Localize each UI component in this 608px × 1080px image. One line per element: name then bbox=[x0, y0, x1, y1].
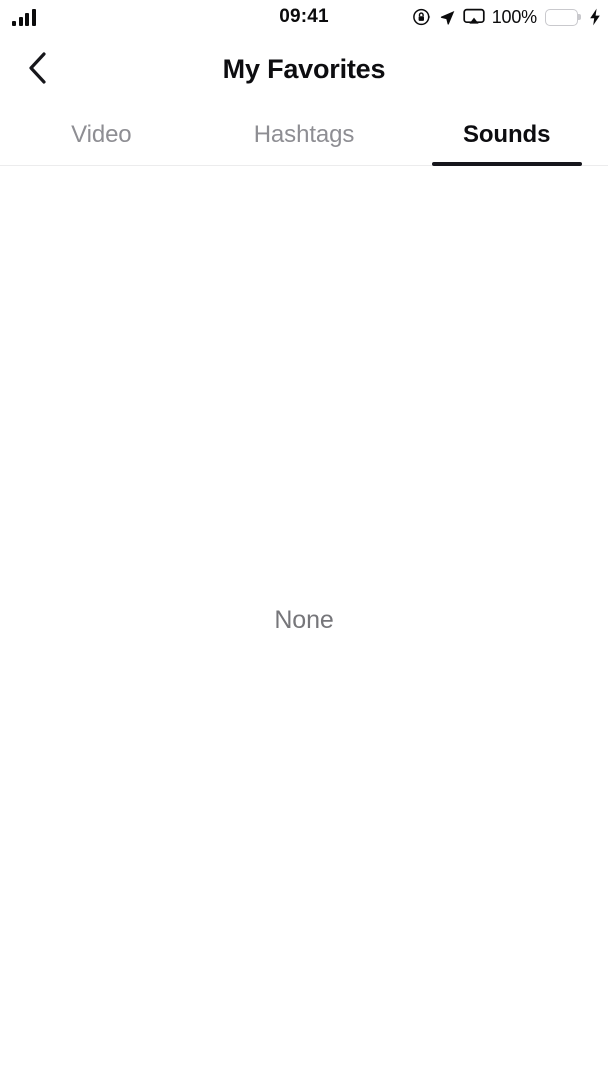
battery-percentage-label: 100% bbox=[491, 6, 537, 27]
screen-mirroring-icon bbox=[463, 8, 485, 27]
tab-hashtags[interactable]: Hashtags bbox=[203, 104, 406, 165]
rotation-lock-icon bbox=[412, 7, 432, 27]
tab-video[interactable]: Video bbox=[0, 104, 203, 165]
tab-sounds[interactable]: Sounds bbox=[405, 104, 608, 166]
navigation-header: My Favorites bbox=[0, 34, 608, 104]
empty-state: None bbox=[0, 606, 608, 635]
sounds-list-container: None bbox=[0, 166, 608, 1079]
tab-video-label: Video bbox=[71, 120, 132, 148]
tab-sounds-label: Sounds bbox=[462, 120, 551, 148]
empty-state-label: None bbox=[274, 606, 334, 634]
charging-bolt-icon bbox=[589, 8, 601, 26]
page-title: My Favorites bbox=[222, 54, 386, 84]
location-arrow-icon bbox=[438, 8, 457, 27]
status-bar: 09:41 100% bbox=[0, 0, 608, 34]
tab-hashtags-label: Hashtags bbox=[253, 120, 355, 148]
status-bar-right: 100% bbox=[412, 0, 601, 34]
battery-icon bbox=[545, 8, 581, 26]
phone-screen: 09:41 100% My Favorites Video Hashtags S… bbox=[0, 0, 608, 1080]
tab-bar: Video Hashtags Sounds bbox=[0, 104, 608, 166]
